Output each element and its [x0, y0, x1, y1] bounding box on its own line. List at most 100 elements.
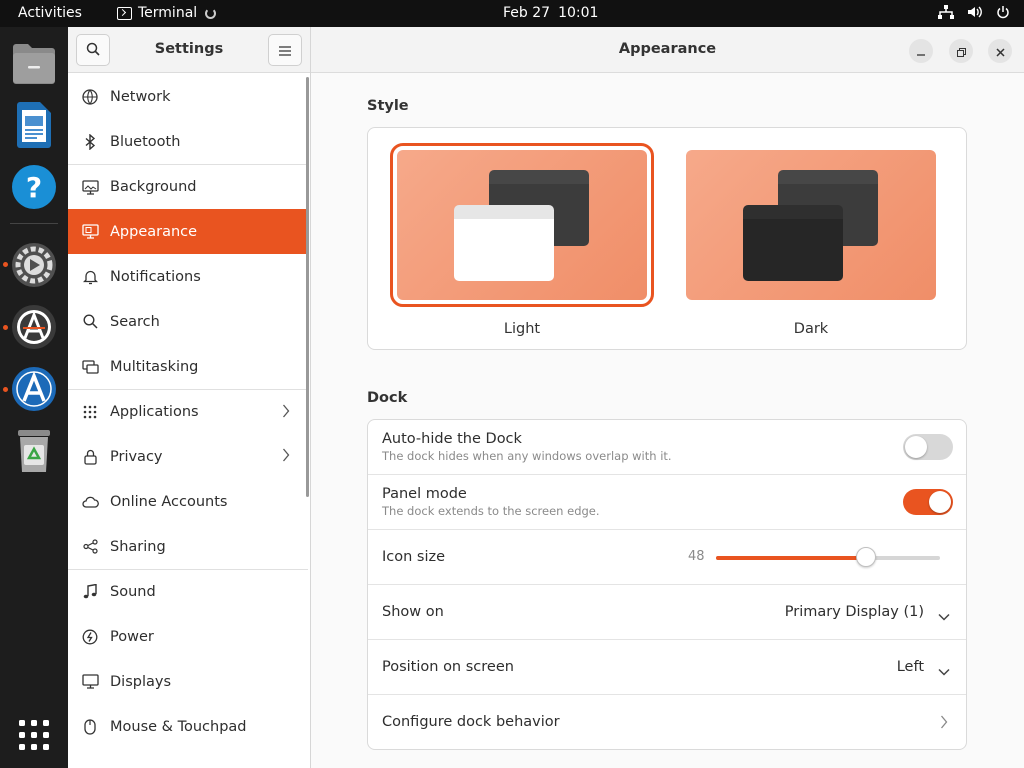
minimize-button[interactable] [909, 39, 933, 63]
svg-text:?: ? [26, 171, 42, 204]
autohide-label: Auto-hide the Dock [382, 431, 522, 447]
sidebar-item-network[interactable]: Network [68, 74, 308, 119]
bell-icon [81, 268, 99, 286]
display-icon [81, 673, 99, 691]
app-center-icon[interactable] [10, 365, 58, 413]
sidebar-item-privacy[interactable]: Privacy [68, 434, 308, 479]
panel-mode-row[interactable]: Panel mode The dock extends to the scree… [368, 475, 966, 530]
light-style-option[interactable] [390, 143, 654, 307]
lock-icon [81, 448, 99, 466]
sidebar-item-applications[interactable]: Applications [68, 389, 308, 434]
sidebar-item-power[interactable]: Power [68, 614, 308, 659]
chevron-down-icon [938, 606, 950, 625]
icon-size-row: Icon size 48 [368, 530, 966, 585]
sidebar-item-background[interactable]: Background [68, 164, 308, 209]
autohide-row[interactable]: Auto-hide the Dock The dock hides when a… [368, 420, 966, 475]
position-value[interactable]: Left [897, 659, 924, 675]
multitasking-icon [81, 358, 99, 376]
style-section-title: Style [367, 98, 409, 114]
activities-button[interactable]: Activities [18, 5, 82, 21]
sidebar-item-mouse-touchpad[interactable]: Mouse & Touchpad [68, 704, 308, 749]
share-icon [81, 538, 99, 556]
panel-mode-toggle[interactable] [903, 489, 953, 515]
help-icon[interactable]: ? [10, 163, 58, 211]
sidebar-item-multitasking[interactable]: Multitasking [68, 344, 308, 389]
app-name: Terminal [138, 5, 198, 21]
sidebar-item-label: Privacy [110, 448, 163, 465]
dock: ? [0, 27, 68, 768]
close-button[interactable] [988, 39, 1012, 63]
sidebar-item-label: Notifications [110, 268, 201, 285]
writer-icon[interactable] [10, 101, 58, 149]
clock[interactable]: Feb 27 10:01 [503, 5, 598, 21]
network-globe-icon [81, 88, 99, 106]
menu-button[interactable] [268, 34, 302, 66]
icon-size-label: Icon size [382, 549, 446, 565]
grid-icon[interactable] [10, 711, 58, 759]
show-on-value[interactable]: Primary Display (1) [785, 604, 924, 620]
power-icon[interactable] [996, 5, 1010, 19]
clock-time: 10:01 [558, 5, 599, 21]
clock-date: Feb 27 [503, 5, 551, 21]
sidebar-scrollbar[interactable] [306, 77, 309, 497]
icon-size-slider[interactable] [716, 547, 940, 567]
terminal-icon [117, 6, 132, 20]
dark-style-option[interactable] [686, 150, 936, 300]
background-icon [81, 178, 99, 196]
position-row[interactable]: Position on screen Left [368, 640, 966, 695]
dark-style-label: Dark [793, 321, 829, 337]
sidebar-item-label: Sharing [110, 538, 166, 555]
loading-spinner-icon [205, 7, 217, 19]
sidebar-item-label: Bluetooth [110, 133, 181, 150]
power-icon [81, 628, 99, 646]
configure-dock-label: Configure dock behavior [382, 714, 560, 730]
music-note-icon [81, 583, 99, 601]
trash-icon[interactable] [10, 427, 58, 475]
network-icon[interactable] [938, 5, 954, 19]
autohide-toggle[interactable] [903, 434, 953, 460]
chevron-right-icon [282, 404, 290, 422]
sidebar-item-online-accounts[interactable]: Online Accounts [68, 479, 308, 524]
settings-icon[interactable] [10, 241, 58, 289]
search-icon [81, 313, 99, 331]
volume-icon[interactable] [967, 5, 983, 19]
position-label: Position on screen [382, 659, 514, 675]
sidebar-item-label: Sound [110, 584, 156, 600]
mouse-icon [81, 718, 99, 736]
sidebar: Settings Network Bluetooth Background Appea… [68, 27, 311, 768]
configure-dock-row[interactable]: Configure dock behavior [368, 695, 966, 749]
sidebar-item-notifications[interactable]: Notifications [68, 254, 308, 299]
system-tray[interactable] [938, 5, 1010, 19]
app-menu[interactable]: Terminal [117, 5, 217, 21]
appearance-icon [81, 223, 99, 241]
sidebar-item-sound[interactable]: Sound [68, 569, 308, 614]
panel-mode-description: The dock extends to the screen edge. [382, 504, 600, 518]
chevron-right-icon [282, 448, 290, 466]
sidebar-item-search[interactable]: Search [68, 299, 308, 344]
settings-window: Settings Network Bluetooth Background Appea… [68, 27, 1024, 768]
dock-settings-card: Auto-hide the Dock The dock hides when a… [367, 419, 967, 750]
show-on-row[interactable]: Show on Primary Display (1) [368, 585, 966, 640]
close-icon [995, 42, 1005, 61]
files-icon[interactable] [10, 39, 58, 87]
bluetooth-icon [81, 133, 99, 151]
restore-icon [956, 42, 966, 61]
minimize-icon [917, 42, 925, 61]
sidebar-item-displays[interactable]: Displays [68, 659, 308, 704]
icon-size-value: 48 [688, 549, 705, 564]
sidebar-item-label: Appearance [110, 223, 198, 240]
top-bar: Activities Terminal Feb 27 10:01 [0, 0, 1024, 27]
maximize-button[interactable] [949, 39, 973, 63]
panel-mode-label: Panel mode [382, 486, 467, 502]
sidebar-item-label: Multitasking [110, 358, 199, 375]
sidebar-item-label: Search [110, 313, 160, 330]
sidebar-item-sharing[interactable]: Sharing [68, 524, 308, 569]
sidebar-item-label: Applications [110, 404, 199, 420]
sidebar-item-label: Displays [110, 673, 172, 690]
slider-handle[interactable] [856, 547, 877, 567]
apps-grid-icon [81, 403, 99, 421]
software-updater-icon[interactable] [10, 303, 58, 351]
sidebar-item-bluetooth[interactable]: Bluetooth [68, 119, 308, 164]
sidebar-item-label: Network [110, 88, 171, 105]
sidebar-item-appearance[interactable]: Appearance [68, 209, 308, 254]
